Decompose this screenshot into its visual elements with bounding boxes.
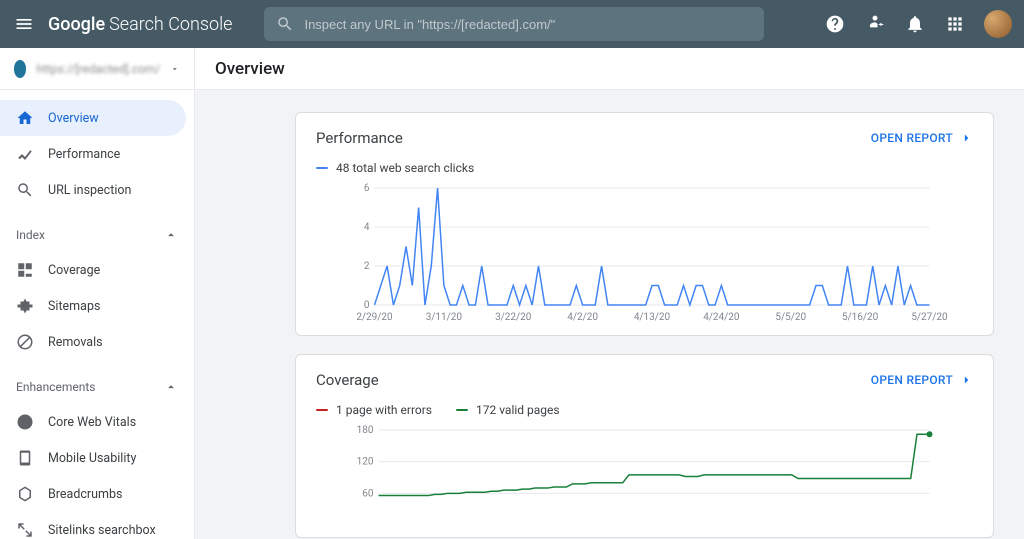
svg-text:2/29/20: 2/29/20 [356, 312, 393, 323]
sidebar-section-enhancements[interactable]: Enhancements [0, 370, 194, 404]
sidebar-item-label: URL inspection [48, 183, 131, 198]
apps-icon[interactable] [944, 13, 966, 35]
open-report-button[interactable]: OPEN REPORT [871, 131, 973, 145]
url-inspect-search[interactable] [264, 7, 764, 41]
svg-text:180: 180 [357, 425, 374, 436]
coverage-card: Coverage OPEN REPORT 1 page with errors … [295, 354, 994, 538]
chevron-right-icon [959, 373, 973, 387]
coverage-chart: 60 120 180 [316, 425, 973, 525]
sidebar-item-label: Removals [48, 335, 103, 350]
svg-text:4/24/20: 4/24/20 [703, 312, 740, 323]
sidebar-item-performance[interactable]: Performance [0, 136, 194, 172]
performance-card: Performance OPEN REPORT 48 total web sea… [295, 112, 994, 336]
page-title: Overview [215, 59, 285, 79]
product-logo: Google Search Console [48, 14, 232, 35]
svg-text:5/16/20: 5/16/20 [842, 312, 879, 323]
chevron-icon [164, 380, 178, 394]
svg-text:0: 0 [364, 300, 370, 311]
svg-text:2: 2 [364, 261, 370, 272]
sidebar-section-index[interactable]: Index [0, 218, 194, 252]
help-icon[interactable] [824, 13, 846, 35]
sidebar: https://[redacted].com/ Overview Perform… [0, 48, 195, 539]
property-url: https://[redacted].com/ [36, 62, 160, 76]
legend-item: 172 valid pages [456, 403, 560, 417]
search-icon [16, 181, 34, 199]
sidebar-item-removals[interactable]: Removals [0, 324, 194, 360]
wordpress-icon [14, 60, 26, 78]
notifications-icon[interactable] [904, 13, 926, 35]
menu-icon[interactable] [12, 12, 36, 36]
logo-product: Search Console [109, 14, 232, 35]
svg-text:4/2/20: 4/2/20 [567, 312, 598, 323]
coverage-icon [16, 261, 34, 279]
chevron-icon [164, 228, 178, 242]
search-icon [276, 15, 294, 33]
svg-text:5/5/20: 5/5/20 [775, 312, 806, 323]
svg-text:6: 6 [364, 183, 370, 194]
sidebar-item-label: Breadcrumbs [48, 487, 123, 502]
svg-text:3/22/20: 3/22/20 [495, 312, 532, 323]
bread-icon [16, 485, 34, 503]
url-inspect-input[interactable] [304, 17, 752, 32]
sitemaps-icon [16, 297, 34, 315]
svg-text:5/27/20: 5/27/20 [911, 312, 948, 323]
performance-chart: 0 2 4 6 2/29/20 3/11/20 3/22/20 4/2/20 4/13/20 4/… [316, 183, 973, 323]
perf-icon [16, 145, 34, 163]
sidebar-item-label: Sitemaps [48, 299, 100, 314]
sidebar-item-label: Performance [48, 147, 120, 162]
sidebar-item-label: Mobile Usability [48, 451, 136, 466]
legend-item: 1 page with errors [316, 403, 432, 417]
sidebar-item-url-inspection[interactable]: URL inspection [0, 172, 194, 208]
mobile-icon [16, 449, 34, 467]
svg-text:3/11/20: 3/11/20 [426, 312, 463, 323]
sidebar-item-label: Core Web Vitals [48, 415, 136, 430]
property-selector[interactable]: https://[redacted].com/ [0, 48, 194, 90]
sidebar-item-label: Sitelinks searchbox [48, 523, 156, 538]
sidebar-item-coverage[interactable]: Coverage [0, 252, 194, 288]
svg-text:4/13/20: 4/13/20 [634, 312, 671, 323]
chevron-right-icon [959, 131, 973, 145]
sitelinks-icon [16, 521, 34, 539]
card-title: Coverage [316, 371, 379, 389]
sidebar-item-sitemaps[interactable]: Sitemaps [0, 288, 194, 324]
sidebar-item-core-web-vitals[interactable]: Core Web Vitals [0, 404, 194, 440]
vitals-icon [16, 413, 34, 431]
sidebar-item-sitelinks-searchbox[interactable]: Sitelinks searchbox [0, 512, 194, 539]
sidebar-item-mobile-usability[interactable]: Mobile Usability [0, 440, 194, 476]
avatar[interactable] [984, 10, 1012, 38]
open-report-button[interactable]: OPEN REPORT [871, 373, 973, 387]
sidebar-item-overview[interactable]: Overview [0, 100, 186, 136]
logo-google: Google [48, 14, 105, 35]
svg-text:60: 60 [362, 488, 374, 499]
home-icon [16, 109, 34, 127]
svg-text:4: 4 [364, 222, 370, 233]
card-title: Performance [316, 129, 403, 147]
sidebar-item-label: Coverage [48, 263, 100, 278]
chevron-down-icon [170, 62, 180, 76]
manage-users-icon[interactable] [864, 13, 886, 35]
svg-text:120: 120 [357, 457, 374, 468]
legend-item: 48 total web search clicks [316, 161, 474, 175]
page-header: Overview [195, 48, 1024, 90]
sidebar-item-breadcrumbs[interactable]: Breadcrumbs [0, 476, 194, 512]
removals-icon [16, 333, 34, 351]
sidebar-item-label: Overview [48, 111, 99, 126]
